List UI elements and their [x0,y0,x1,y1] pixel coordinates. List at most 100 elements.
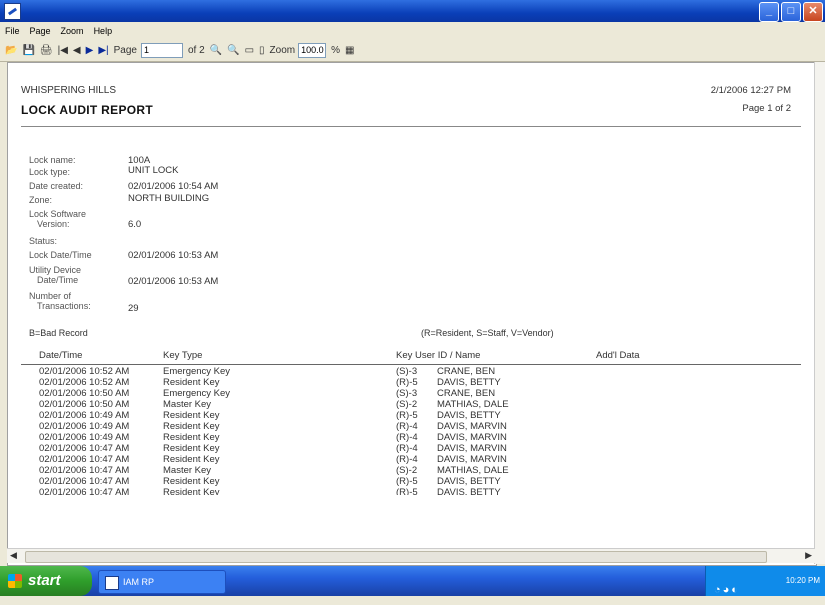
row-user-name: MATHIAS, DALE [437,465,509,476]
row-datetime: 02/01/2006 10:49 AM [39,421,130,432]
row-key-type: Resident Key [163,432,220,443]
field-label-lock-datetime: Lock Date/Time [29,250,92,260]
zoom-in-icon[interactable]: 🔍 [210,45,222,56]
field-label-utility-device: Utility Device [29,265,82,275]
field-label-transactions: Transactions: [37,301,91,311]
open-icon[interactable]: 📂 [5,45,17,56]
row-datetime: 02/01/2006 10:47 AM [39,454,130,465]
row-user-id: (R)-4 [396,454,418,465]
menu-help[interactable]: Help [89,26,118,36]
table-row: 02/01/2006 10:49 AM Resident Key (R)-5 D… [21,410,801,421]
field-value-transactions: 29 [128,303,139,314]
zoom-out-icon[interactable]: 🔍 [227,45,239,56]
column-header-addl-data: Add'l Data [596,350,640,361]
row-user-name: DAVIS, BETTY [437,410,501,421]
horizontal-scrollbar[interactable]: ◀ ▶ [7,548,815,563]
row-datetime: 02/01/2006 10:49 AM [39,410,130,421]
row-datetime: 02/01/2006 10:47 AM [39,443,130,454]
taskbar-item-label: IAM RP [123,577,155,587]
report-title: LOCK AUDIT REPORT [21,103,153,117]
row-user-id: (R)-5 [396,476,418,487]
row-user-id: (R)-5 [396,377,418,388]
table-row: 02/01/2006 10:52 AM Emergency Key (S)-3 … [21,366,801,377]
report-datetime: 2/1/2006 12:27 PM [710,85,791,96]
system-tray: ◔◕◐ 10:20 PM [705,566,825,596]
last-page-icon[interactable]: ▶| [98,45,108,56]
field-label-utility-datetime: Date/Time [37,275,79,285]
field-value-utility-datetime: 02/01/2006 10:53 AM [128,276,219,287]
column-header-datetime: Date/Time [39,350,83,361]
row-datetime: 02/01/2006 10:49 AM [39,432,130,443]
vertical-scrollbar[interactable] [814,62,825,564]
field-label-lock-name: Lock name: [29,155,76,165]
title-bar: _ □ ✕ [0,0,825,22]
menu-bar: File Page Zoom Help [0,22,825,39]
minimize-button[interactable]: _ [759,2,779,22]
row-datetime: 02/01/2006 10:47 AM [39,476,130,487]
clock[interactable]: 10:20 PM [786,576,820,585]
row-user-id: (S)-3 [396,366,418,377]
row-user-id: (R)-5 [396,487,418,495]
row-user-id: (R)-4 [396,421,418,432]
start-button[interactable]: start [0,566,92,596]
field-label-lock-type: Lock type: [29,167,71,177]
table-row: 02/01/2006 10:52 AM Resident Key (R)-5 D… [21,377,801,388]
table-row: 02/01/2006 10:49 AM Resident Key (R)-4 D… [21,421,801,432]
page-of-label: of 2 [187,44,205,56]
row-key-type: Resident Key [163,421,220,432]
column-header-key-user: Key User ID / Name [396,350,481,361]
row-datetime: 02/01/2006 10:50 AM [39,399,130,410]
menu-zoom[interactable]: Zoom [56,26,89,36]
table-row: 02/01/2006 10:50 AM Emergency Key (S)-3 … [21,388,801,399]
table-row: 02/01/2006 10:47 AM Master Key (S)-2 MAT… [21,465,801,476]
table-row: 02/01/2006 10:47 AM Resident Key (R)-5 D… [21,487,801,495]
menu-page[interactable]: Page [25,26,56,36]
taskbar-item[interactable]: IAM RP [98,570,226,594]
report-viewport: WHISPERING HILLS LOCK AUDIT REPORT 2/1/2… [7,62,817,566]
scroll-right-icon[interactable]: ▶ [805,550,812,561]
field-value-date-created: 02/01/2006 10:54 AM [128,181,219,192]
close-button[interactable]: ✕ [803,2,823,22]
window-controls: _ □ ✕ [759,2,823,22]
table-row: 02/01/2006 10:47 AM Resident Key (R)-5 D… [21,476,801,487]
row-datetime: 02/01/2006 10:52 AM [39,366,130,377]
prev-page-icon[interactable]: ◀ [73,45,81,56]
field-label-number-of: Number of [29,291,72,301]
print-icon[interactable]: 🖨 [40,45,53,56]
scroll-left-icon[interactable]: ◀ [10,550,17,561]
row-user-name: DAVIS, MARVIN [437,432,507,443]
zoom-label: Zoom [269,44,296,56]
export-icon[interactable]: ▦ [345,45,354,56]
row-user-name: DAVIS, BETTY [437,476,501,487]
first-page-icon[interactable]: |◀ [58,45,68,56]
table-row: 02/01/2006 10:47 AM Resident Key (R)-4 D… [21,443,801,454]
row-key-type: Resident Key [163,443,220,454]
row-key-type: Emergency Key [163,388,231,399]
row-user-id: (S)-3 [396,388,418,399]
page-input[interactable]: 1 [140,42,183,58]
app-icon [4,3,21,20]
taskbar: start IAM RP ◔◕◐ 10:20 PM [0,566,825,596]
field-value-zone: NORTH BUILDING [128,193,210,204]
maximize-button[interactable]: □ [781,2,801,22]
row-user-name: DAVIS, BETTY [437,487,501,495]
key-user-legend: (R=Resident, S=Staff, V=Vendor) [421,328,554,338]
row-user-id: (S)-2 [396,465,418,476]
next-page-icon[interactable]: ▶ [86,45,94,56]
row-user-id: (R)-5 [396,410,418,421]
zoom-input[interactable]: 100.0 [298,42,327,58]
row-user-name: CRANE, BEN [437,388,496,399]
scrollbar-thumb[interactable] [25,551,767,563]
field-label-status: Status: [29,236,58,246]
tray-icons[interactable]: ◔◕◐ [714,575,740,605]
row-datetime: 02/01/2006 10:47 AM [39,487,130,495]
fit-width-icon[interactable]: ▭ [245,45,254,56]
fit-page-icon[interactable]: ▯ [259,45,265,56]
row-user-id: (R)-4 [396,432,418,443]
row-user-name: DAVIS, MARVIN [437,454,507,465]
menu-file[interactable]: File [0,26,25,36]
organization-name: WHISPERING HILLS [21,85,117,96]
row-key-type: Resident Key [163,454,220,465]
bad-record-note: B=Bad Record [29,328,88,338]
save-icon[interactable]: 💾 [22,45,34,56]
